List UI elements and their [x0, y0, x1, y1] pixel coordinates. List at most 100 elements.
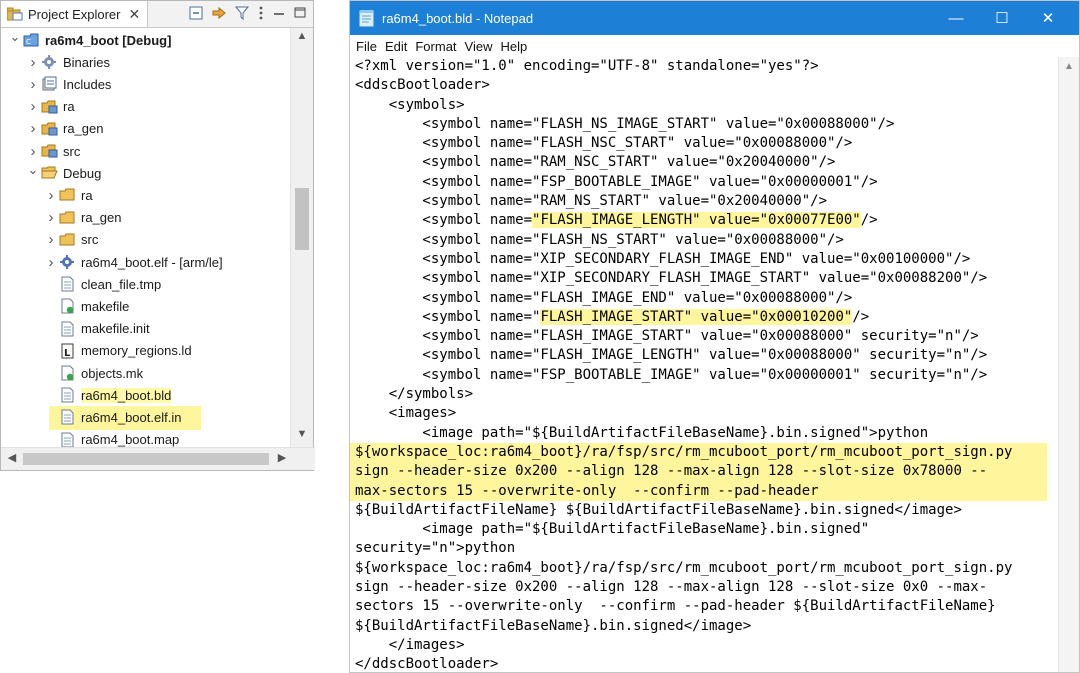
- tree-item-label: ra_gen: [63, 121, 104, 137]
- minimize-button[interactable]: —: [933, 1, 979, 35]
- tree-item[interactable]: › ra6m4_boot.elf - [arm/le]: [45, 251, 223, 273]
- title-bar[interactable]: ra6m4_boot.bld - Notepad — ☐ ✕: [350, 1, 1079, 35]
- tree-item[interactable]: clean_file.tmp: [45, 273, 161, 295]
- tree-item[interactable]: › ra: [27, 96, 75, 118]
- text-line: <symbol name="FLASH_NS_START" value="0x0…: [355, 231, 844, 248]
- chevron-down-icon[interactable]: ⌄: [27, 162, 39, 178]
- tree-item[interactable]: › ra: [45, 184, 93, 206]
- text-segment: <symbol name=: [355, 212, 533, 229]
- folder-icon: [59, 232, 77, 248]
- file-icon: [59, 387, 77, 403]
- chevron-right-icon[interactable]: ›: [27, 120, 39, 137]
- tree-item[interactable]: ra6m4_boot.elf.in: [45, 406, 181, 428]
- source-folder-icon: [41, 121, 59, 137]
- view-menu-icon[interactable]: [257, 5, 265, 21]
- highlighted-line: max-sectors 15 --overwrite-only --confir…: [350, 481, 1047, 501]
- tree-item[interactable]: ⌄ Cra6m4_boot [Debug]: [9, 29, 172, 51]
- tree-item[interactable]: ⌄ Debug: [27, 162, 102, 184]
- text-line: sign --header-size 0x200 --align 128 --m…: [355, 579, 988, 596]
- menu-file[interactable]: File: [356, 39, 377, 54]
- tree-item-label: makefile: [81, 298, 130, 314]
- chevron-right-icon[interactable]: ›: [45, 209, 57, 226]
- tree-item[interactable]: objects.mk: [45, 362, 143, 384]
- text-line: ${BuildArtifactFileBaseName}.bin.signed<…: [355, 617, 752, 634]
- text-line: <symbol name="FSP_BOOTABLE_IMAGE" value=…: [355, 173, 878, 190]
- tree-item-label: ra6m4_boot.map: [81, 432, 180, 448]
- text-line: <symbol name="FLASH_IMAGE_END" value="0x…: [355, 289, 853, 306]
- tree-item[interactable]: › src: [27, 140, 81, 162]
- chevron-right-icon[interactable]: ›: [45, 187, 57, 204]
- tree-item[interactable]: ra6m4_boot.map: [45, 429, 179, 448]
- tree-item[interactable]: › src: [45, 229, 99, 251]
- tree-item[interactable]: makefile: [45, 295, 129, 317]
- linker-script-icon: L: [59, 343, 77, 359]
- text-line: <symbol name="RAM_NSC_START" value="0x20…: [355, 154, 836, 171]
- tree-item-label: ra6m4_boot.elf - [arm/le]: [81, 254, 223, 270]
- highlighted-text: "FLASH_IMAGE_LENGTH" value="0x00077E00": [532, 212, 861, 229]
- minimize-icon[interactable]: [272, 5, 286, 21]
- text-line: <symbol name="FLASH_IMAGE_LENGTH" value=…: [355, 211, 1059, 230]
- folder-icon: [59, 210, 77, 226]
- tree-item-label: ra6m4_boot [Debug]: [45, 32, 172, 48]
- tree-item[interactable]: › Includes: [27, 73, 112, 95]
- tree-item-label: src: [81, 232, 99, 248]
- highlighted-text: FLASH_IMAGE_START" value="0x00010200": [540, 308, 853, 325]
- tree-item-label: memory_regions.ld: [81, 343, 192, 359]
- source-folder-icon: [41, 143, 59, 159]
- text-line: <images>: [355, 405, 457, 422]
- menu-bar: File Edit Format View Help: [350, 35, 1079, 57]
- tree-item[interactable]: Lmemory_regions.ld: [45, 340, 192, 362]
- tree-item[interactable]: › Binaries: [27, 51, 110, 73]
- chevron-right-icon[interactable]: ›: [27, 76, 39, 93]
- tree-item[interactable]: › ra_gen: [27, 118, 104, 140]
- scroll-thumb-horizontal[interactable]: [23, 453, 269, 465]
- chevron-down-icon[interactable]: ⌄: [9, 29, 21, 45]
- project-explorer-icon: [7, 7, 23, 21]
- svg-text:L: L: [64, 348, 71, 359]
- tree-item[interactable]: ra6m4_boot.bld: [45, 384, 172, 406]
- file-icon: [59, 321, 77, 337]
- tree-item-label: clean_file.tmp: [81, 276, 162, 292]
- close-button[interactable]: ✕: [1025, 1, 1071, 35]
- tree-item[interactable]: › ra_gen: [45, 207, 122, 229]
- explorer-vertical-scrollbar[interactable]: ▲ ▼: [290, 28, 313, 448]
- scroll-thumb[interactable]: [295, 188, 309, 250]
- scroll-up-icon[interactable]: ▲: [1059, 61, 1079, 72]
- folder-open-icon: [41, 165, 59, 181]
- scroll-right-icon[interactable]: ▶: [273, 451, 291, 464]
- explorer-tab-bar: Project Explorer ✕: [1, 1, 313, 28]
- text-line: <image path="${BuildArtifactFileBaseName…: [355, 521, 870, 538]
- chevron-right-icon[interactable]: ›: [45, 231, 57, 248]
- menu-edit[interactable]: Edit: [385, 39, 407, 54]
- tree-item[interactable]: makefile.init: [45, 318, 150, 340]
- link-with-editor-icon[interactable]: [211, 5, 227, 21]
- menu-view[interactable]: View: [465, 39, 493, 54]
- text-segment: />: [852, 308, 870, 325]
- text-segment: <symbol name=": [355, 308, 541, 325]
- chevron-right-icon[interactable]: ›: [27, 54, 39, 71]
- scroll-down-icon[interactable]: ▼: [291, 428, 313, 446]
- chevron-right-icon[interactable]: ›: [27, 143, 39, 160]
- project-explorer-panel: Project Explorer ✕ ⌄ C ra6m4_boot [Debug…: [0, 0, 315, 471]
- tab-project-explorer[interactable]: Project Explorer ✕: [1, 1, 148, 27]
- editor-vertical-scrollbar[interactable]: ▲: [1058, 57, 1079, 672]
- text-line: ${workspace_loc:ra6m4_boot}/ra/fsp/src/r…: [355, 559, 1013, 576]
- maximize-button[interactable]: ☐: [979, 1, 1025, 35]
- tree-item-label: ra: [81, 187, 93, 203]
- filter-icon[interactable]: [234, 5, 250, 21]
- tree-item-label: Binaries: [63, 54, 110, 70]
- scroll-left-icon[interactable]: ◀: [3, 451, 21, 464]
- chevron-right-icon[interactable]: ›: [45, 254, 57, 271]
- maximize-icon[interactable]: [293, 5, 307, 21]
- tree-item-label: Debug: [63, 165, 102, 181]
- chevron-right-icon[interactable]: ›: [27, 98, 39, 115]
- collapse-all-icon[interactable]: [188, 5, 204, 21]
- close-icon[interactable]: ✕: [128, 6, 140, 23]
- text-editor[interactable]: <?xml version="1.0" encoding="UTF-8" sta…: [350, 57, 1059, 672]
- tree-item-label: Includes: [63, 76, 112, 92]
- menu-help[interactable]: Help: [500, 39, 527, 54]
- makefile-icon: [59, 298, 77, 314]
- explorer-horizontal-scrollbar[interactable]: ◀ ▶: [1, 447, 315, 470]
- scroll-up-icon[interactable]: ▲: [291, 30, 313, 48]
- menu-format[interactable]: Format: [415, 39, 456, 54]
